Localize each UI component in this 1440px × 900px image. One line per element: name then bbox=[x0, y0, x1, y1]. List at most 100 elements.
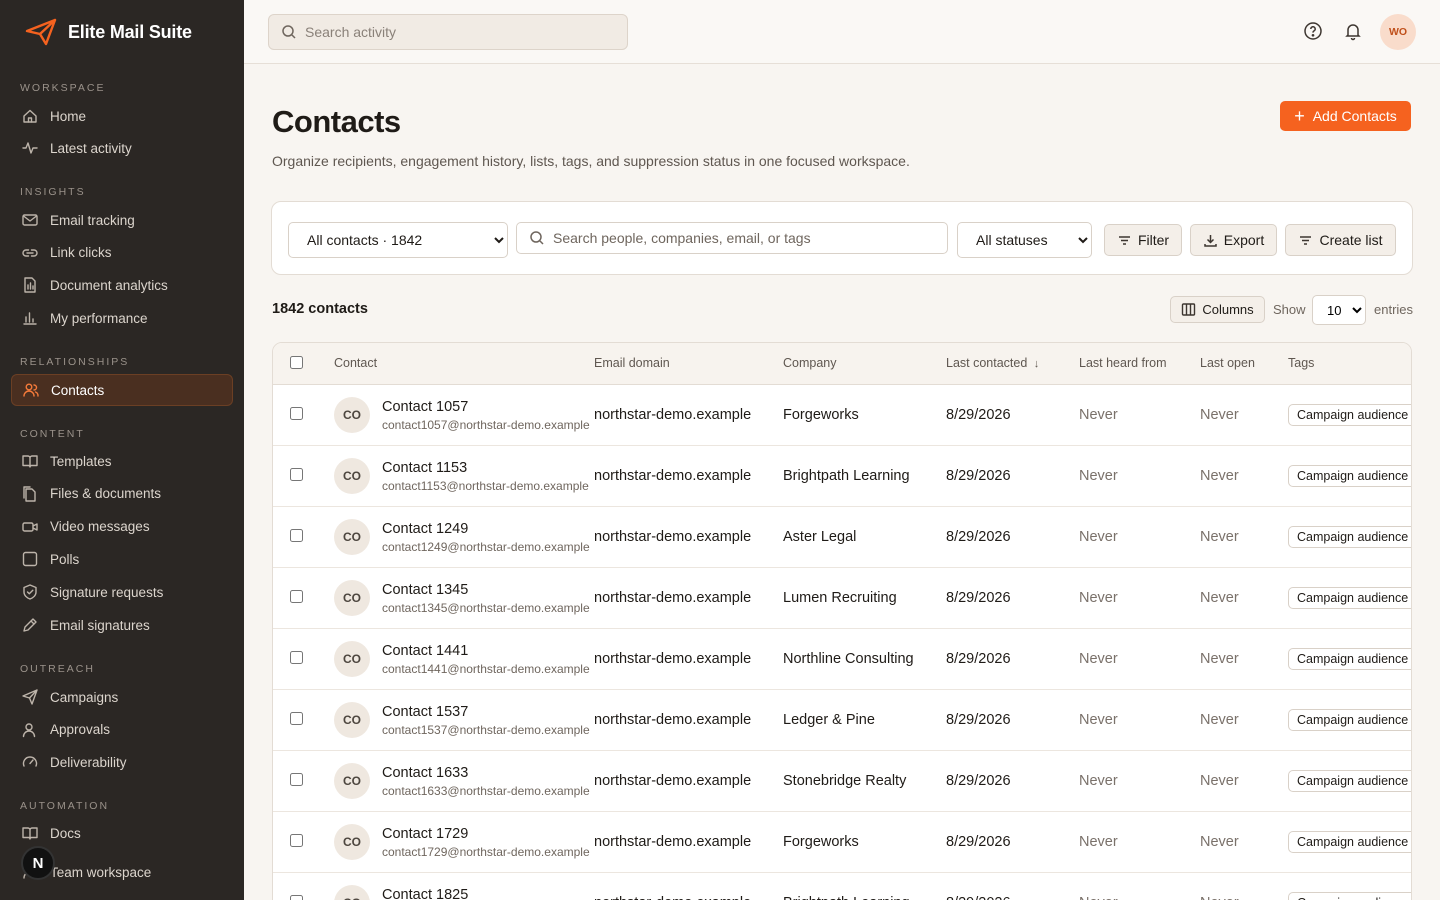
contact-name[interactable]: Contact 1249 bbox=[382, 521, 468, 537]
table-row[interactable]: CO Contact 1729 contact1729@northstar-de… bbox=[273, 812, 1411, 873]
tag-badge[interactable]: Campaign audience bbox=[1288, 709, 1411, 731]
last-contacted: 8/29/2026 bbox=[946, 529, 1011, 545]
sidebar-item-latest-activity[interactable]: Latest activity bbox=[11, 132, 233, 164]
assistant-button[interactable]: N bbox=[21, 846, 55, 880]
sidebar-item-my-performance[interactable]: My performance bbox=[11, 302, 233, 334]
header-domain[interactable]: Email domain bbox=[594, 356, 670, 370]
sidebar-item-polls[interactable]: Polls bbox=[11, 543, 233, 575]
sidebar-item-email-signatures[interactable]: Email signatures bbox=[11, 609, 233, 641]
contact-name[interactable]: Contact 1057 bbox=[382, 399, 468, 415]
last-heard-from: Never bbox=[1079, 590, 1118, 606]
table-row[interactable]: CO Contact 1057 contact1057@northstar-de… bbox=[273, 385, 1411, 446]
tag-badge[interactable]: Campaign audience bbox=[1288, 770, 1411, 792]
contact-avatar: CO bbox=[334, 824, 370, 860]
header-tags[interactable]: Tags bbox=[1288, 356, 1314, 370]
contact-name[interactable]: Contact 1633 bbox=[382, 765, 468, 781]
sidebar-item-deliverability[interactable]: Deliverability bbox=[11, 746, 233, 778]
header-company[interactable]: Company bbox=[783, 356, 837, 370]
last-open: Never bbox=[1200, 407, 1239, 423]
company: Stonebridge Realty bbox=[783, 773, 907, 789]
tag-badge[interactable]: Campaign audience bbox=[1288, 831, 1411, 853]
activity-search-input[interactable] bbox=[305, 24, 605, 40]
entries-select[interactable]: 10 bbox=[1312, 295, 1366, 325]
contact-name[interactable]: Contact 1729 bbox=[382, 826, 468, 842]
company: Forgeworks bbox=[783, 834, 859, 850]
row-checkbox[interactable] bbox=[290, 468, 303, 481]
last-heard-from: Never bbox=[1079, 834, 1118, 850]
columns-label: Columns bbox=[1202, 302, 1254, 317]
sidebar-item-docs[interactable]: Docs bbox=[11, 817, 233, 849]
table-row[interactable]: CO Contact 1153 contact1153@northstar-de… bbox=[273, 446, 1411, 507]
header-contact[interactable]: Contact bbox=[334, 356, 377, 370]
contact-search[interactable] bbox=[516, 222, 948, 254]
table-row[interactable]: CO Contact 1825 contact1825@northstar-de… bbox=[273, 873, 1411, 900]
select-all-checkbox[interactable] bbox=[290, 356, 303, 369]
tag-badge[interactable]: Campaign audience bbox=[1288, 404, 1411, 426]
sidebar-item-signature-requests[interactable]: Signature requests bbox=[11, 576, 233, 608]
row-checkbox[interactable] bbox=[290, 712, 303, 725]
assistant-button-label: N bbox=[32, 854, 44, 872]
sidebar-item-contacts[interactable]: Contacts bbox=[11, 374, 233, 406]
contact-name[interactable]: Contact 1441 bbox=[382, 643, 468, 659]
company: Brightpath Learning bbox=[783, 468, 910, 484]
sidebar-item-email-tracking[interactable]: Email tracking bbox=[11, 204, 233, 236]
sidebar-item-approvals[interactable]: Approvals bbox=[11, 714, 233, 746]
plus-icon: + bbox=[1294, 106, 1305, 126]
activity-search[interactable] bbox=[268, 14, 628, 50]
export-button[interactable]: Export bbox=[1190, 224, 1277, 256]
last-open: Never bbox=[1200, 651, 1239, 667]
filter-panel: All contacts · 1842 All statuses Filter … bbox=[271, 201, 1413, 275]
last-contacted: 8/29/2026 bbox=[946, 712, 1011, 728]
filter-button[interactable]: Filter bbox=[1104, 224, 1182, 256]
contact-list-select[interactable]: All contacts · 1842 bbox=[288, 222, 508, 258]
row-checkbox[interactable] bbox=[290, 895, 303, 900]
header-last-contacted-label: Last contacted bbox=[946, 356, 1028, 370]
table-row[interactable]: CO Contact 1249 contact1249@northstar-de… bbox=[273, 507, 1411, 568]
tag-badge[interactable]: Campaign audience bbox=[1288, 587, 1411, 609]
header-last-contacted[interactable]: Last contacted ↓ bbox=[946, 356, 1039, 370]
tag-badge[interactable]: Campaign audience bbox=[1288, 526, 1411, 548]
contact-name[interactable]: Contact 1537 bbox=[382, 704, 468, 720]
row-checkbox[interactable] bbox=[290, 407, 303, 420]
bell-icon[interactable] bbox=[1342, 20, 1364, 42]
sidebar-item-home[interactable]: Home bbox=[11, 100, 233, 132]
row-checkbox[interactable] bbox=[290, 590, 303, 603]
tag-badge[interactable]: Campaign audience bbox=[1288, 465, 1411, 487]
contact-avatar: CO bbox=[334, 702, 370, 738]
user-avatar[interactable]: WO bbox=[1380, 14, 1416, 50]
columns-button[interactable]: Columns bbox=[1170, 296, 1265, 323]
sidebar-item-label: My performance bbox=[50, 310, 148, 326]
contact-name[interactable]: Contact 1153 bbox=[382, 460, 467, 476]
add-contacts-button[interactable]: + Add Contacts bbox=[1280, 101, 1411, 131]
page-subtitle: Organize recipients, engagement history,… bbox=[272, 153, 910, 169]
contact-name[interactable]: Contact 1345 bbox=[382, 582, 468, 598]
tag-badge[interactable]: Campaign audience bbox=[1288, 648, 1411, 670]
sidebar-item-templates[interactable]: Templates bbox=[11, 445, 233, 477]
sidebar-item-video-messages[interactable]: Video messages bbox=[11, 511, 233, 543]
sidebar-item-link-clicks[interactable]: Link clicks bbox=[11, 237, 233, 269]
files-icon bbox=[21, 485, 39, 503]
row-checkbox[interactable] bbox=[290, 773, 303, 786]
table-row[interactable]: CO Contact 1441 contact1441@northstar-de… bbox=[273, 629, 1411, 690]
table-row[interactable]: CO Contact 1537 contact1537@northstar-de… bbox=[273, 690, 1411, 751]
table-row[interactable]: CO Contact 1345 contact1345@northstar-de… bbox=[273, 568, 1411, 629]
header-last-heard[interactable]: Last heard from bbox=[1079, 356, 1167, 370]
sidebar-item-campaigns[interactable]: Campaigns bbox=[11, 681, 233, 713]
table-row[interactable]: CO Contact 1633 contact1633@northstar-de… bbox=[273, 751, 1411, 812]
row-checkbox[interactable] bbox=[290, 834, 303, 847]
create-list-label: Create list bbox=[1319, 232, 1383, 248]
sidebar-item-label: Docs bbox=[50, 825, 81, 841]
header-last-open[interactable]: Last open bbox=[1200, 356, 1255, 370]
help-icon[interactable] bbox=[1302, 20, 1324, 42]
status-select[interactable]: All statuses bbox=[957, 222, 1092, 258]
tag-badge[interactable]: Campaign audience bbox=[1288, 892, 1411, 900]
sidebar-item-files-documents[interactable]: Files & documents bbox=[11, 478, 233, 510]
brand[interactable]: Elite Mail Suite bbox=[0, 0, 244, 64]
create-list-button[interactable]: Create list bbox=[1285, 224, 1396, 256]
contact-search-input[interactable] bbox=[553, 230, 933, 246]
row-checkbox[interactable] bbox=[290, 651, 303, 664]
sidebar-item-document-analytics[interactable]: Document analytics bbox=[11, 269, 233, 301]
contact-name[interactable]: Contact 1825 bbox=[382, 887, 468, 900]
row-checkbox[interactable] bbox=[290, 529, 303, 542]
contact-email: contact1633@northstar-demo.example bbox=[382, 784, 590, 798]
